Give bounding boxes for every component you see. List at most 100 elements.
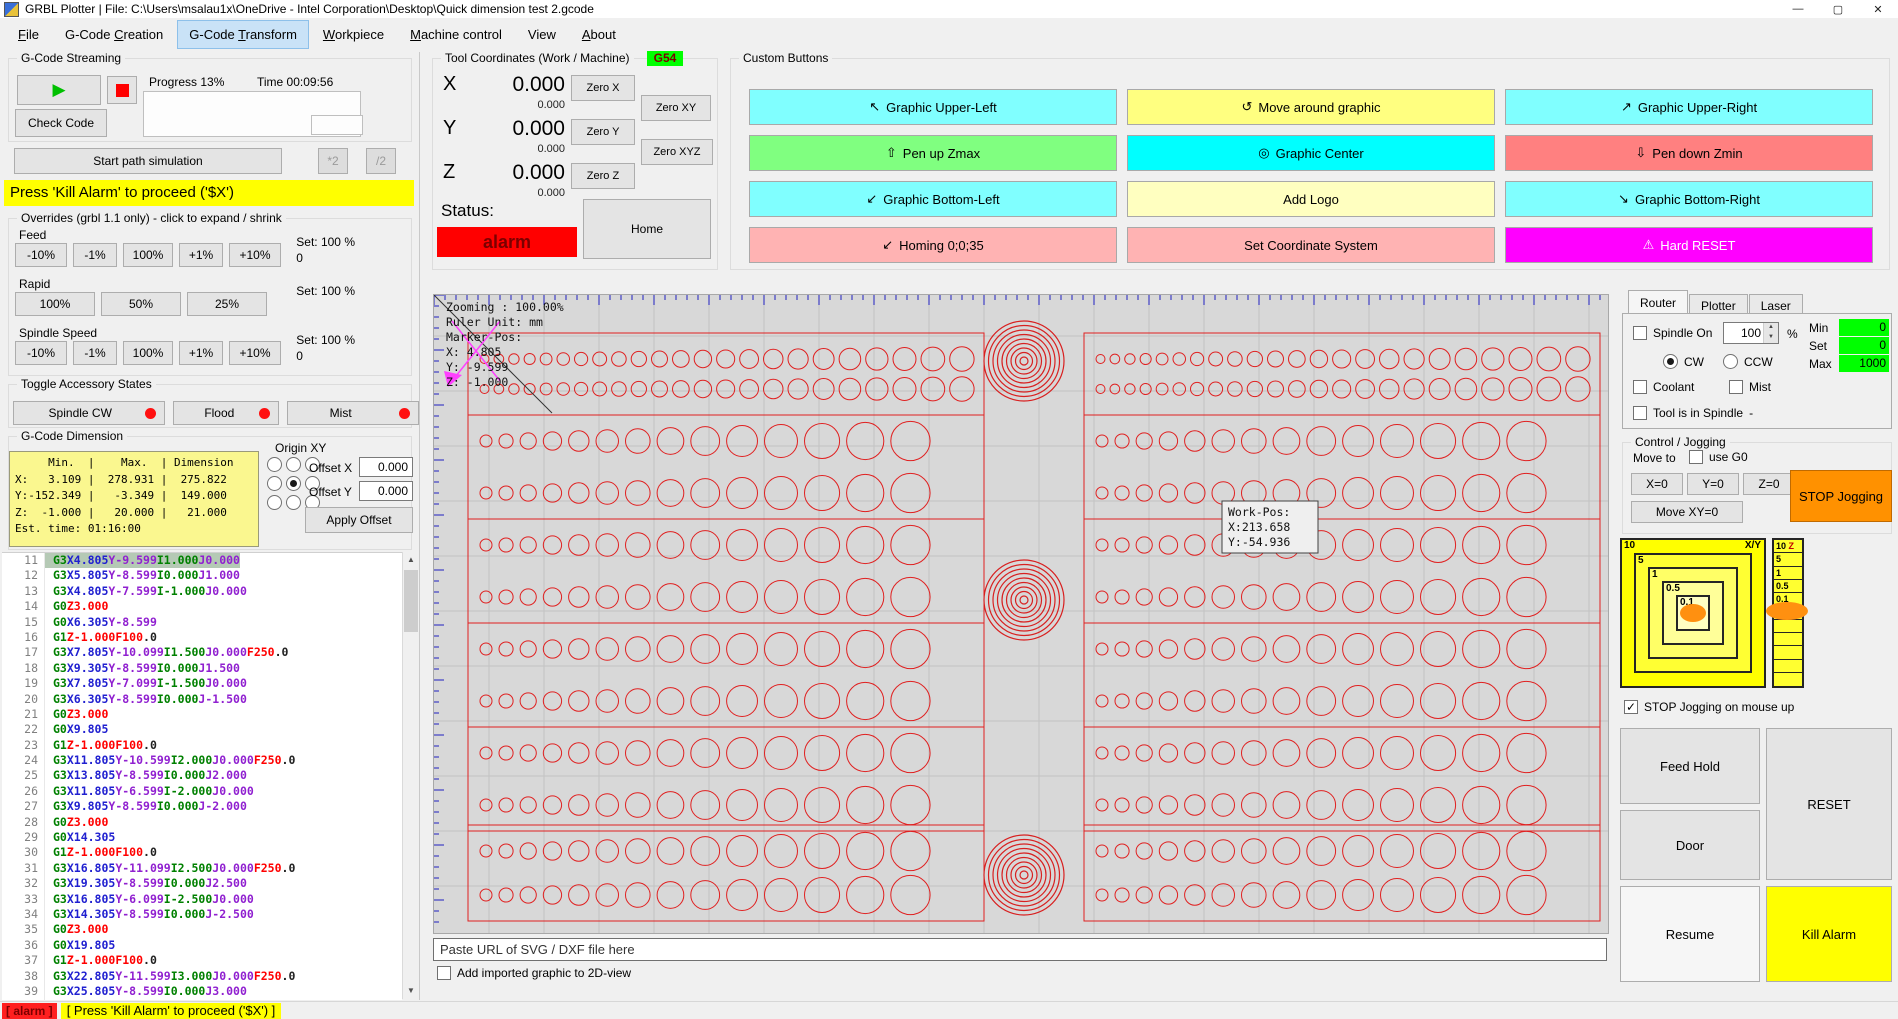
- jog-z-step-row-5[interactable]: [1774, 620, 1802, 633]
- gcode-line[interactable]: 33G3X16.805Y-6.099I-2.500J0.000: [2, 892, 402, 907]
- jog-z-step-0.5[interactable]: 0.5: [1774, 580, 1802, 593]
- minimize-icon[interactable]: —: [1778, 0, 1818, 18]
- maximize-icon[interactable]: ▢: [1818, 0, 1858, 18]
- gcode-line[interactable]: 26G3X11.805Y-6.599I-2.000J0.000: [2, 784, 402, 799]
- overrides-label[interactable]: Overrides (grbl 1.1 only) - click to exp…: [17, 211, 286, 225]
- custom-graphic-bottom-left-button[interactable]: ↙Graphic Bottom-Left: [749, 181, 1117, 217]
- custom-hard-reset-button[interactable]: ⚠Hard RESET: [1505, 227, 1873, 263]
- gcode-line[interactable]: 21G0Z3.000: [2, 707, 402, 722]
- gcode-line[interactable]: 29G0X14.305: [2, 830, 402, 845]
- menu-item-g-code-transform[interactable]: G-Code Transform: [177, 20, 309, 49]
- apply-offset-button[interactable]: Apply Offset: [305, 507, 413, 533]
- offset-y-field[interactable]: 0.000: [359, 481, 413, 501]
- origin-radio-4[interactable]: [286, 476, 301, 491]
- custom-graphic-center-button[interactable]: ◎Graphic Center: [1127, 135, 1495, 171]
- scroll-up-icon[interactable]: ▲: [403, 552, 419, 568]
- gcode-line[interactable]: 18G3X9.305Y-8.599I0.000J1.500: [2, 661, 402, 676]
- use-g0-checkbox[interactable]: [1689, 450, 1703, 464]
- simulation-speed-x2-button[interactable]: *2: [318, 148, 348, 174]
- simulation-speed-div2-button[interactable]: /2: [366, 148, 396, 174]
- gcode-line[interactable]: 13G3X4.805Y-7.599I-1.000J0.000: [2, 584, 402, 599]
- gcode-line[interactable]: 38G3X22.805Y-11.599I3.000J0.000F250.0: [2, 969, 402, 984]
- gcode-line[interactable]: 15G0X6.305Y-8.599: [2, 615, 402, 630]
- scroll-thumb[interactable]: [404, 570, 418, 632]
- accessory-mist-button[interactable]: Mist: [287, 401, 419, 425]
- menu-item-machine-control[interactable]: Machine control: [398, 20, 514, 49]
- move-x0-button[interactable]: X=0: [1631, 473, 1683, 495]
- gcode-line[interactable]: 36G0X19.805: [2, 938, 402, 953]
- zero-y-button[interactable]: Zero Y: [571, 119, 635, 145]
- gcode-line[interactable]: 39G3X25.805Y-8.599I0.000J3.000: [2, 984, 402, 999]
- gcode-line[interactable]: 31G3X16.805Y-11.099I2.500J0.000F250.0: [2, 861, 402, 876]
- custom-add-logo-button[interactable]: Add Logo: [1127, 181, 1495, 217]
- gcode-line[interactable]: 28G0Z3.000: [2, 815, 402, 830]
- zero-xyz-button[interactable]: Zero XYZ: [641, 139, 713, 165]
- custom-move-around-graphic-button[interactable]: ↺Move around graphic: [1127, 89, 1495, 125]
- override-spindle-speed-1-button[interactable]: -1%: [73, 341, 117, 365]
- gcode-line[interactable]: 11G3X4.805Y-9.599I1.000J0.000: [2, 553, 402, 568]
- cw-radio[interactable]: [1663, 354, 1678, 369]
- gcode-line[interactable]: 24G3X11.805Y-10.599I2.000J0.000F250.0: [2, 753, 402, 768]
- jog-z-step-1[interactable]: 1: [1774, 567, 1802, 580]
- gcode-line[interactable]: 27G3X9.805Y-8.599I0.000J-2.000: [2, 799, 402, 814]
- custom-pen-down-zmin-button[interactable]: ⇩Pen down Zmin: [1505, 135, 1873, 171]
- origin-radio-0[interactable]: [267, 457, 282, 472]
- custom-pen-up-zmax-button[interactable]: ⇧Pen up Zmax: [749, 135, 1117, 171]
- scroll-down-icon[interactable]: ▼: [403, 983, 419, 999]
- custom-graphic-bottom-right-button[interactable]: ↘Graphic Bottom-Right: [1505, 181, 1873, 217]
- jog-z-step-row-8[interactable]: [1774, 660, 1802, 673]
- menu-item-workpiece[interactable]: Workpiece: [311, 20, 396, 49]
- stepper-down-icon[interactable]: ▼: [1764, 333, 1778, 343]
- spindle-on-checkbox[interactable]: [1633, 326, 1647, 340]
- override-spindle-speed-1-button[interactable]: +1%: [179, 341, 223, 365]
- override-spindle-speed-10-button[interactable]: +10%: [229, 341, 281, 365]
- override-feed-10-button[interactable]: +10%: [229, 243, 281, 267]
- svg-url-input[interactable]: [433, 938, 1607, 961]
- menu-item-about[interactable]: About: [570, 20, 628, 49]
- override-rapid-50-button[interactable]: 50%: [101, 292, 181, 316]
- plot-canvas[interactable]: Zooming : 100.00%Ruler Unit: mmMarker-Po…: [433, 294, 1609, 934]
- tool-in-spindle-checkbox[interactable]: [1633, 406, 1647, 420]
- gcode-listing[interactable]: 11G3X4.805Y-9.599I1.000J0.00012G3X5.805Y…: [2, 552, 402, 1000]
- gcode-line[interactable]: 20G3X6.305Y-8.599I0.000J-1.500: [2, 692, 402, 707]
- gcode-line[interactable]: 23G1Z-1.000F100.0: [2, 738, 402, 753]
- jog-z-step-5[interactable]: 5: [1774, 553, 1802, 566]
- offset-x-field[interactable]: 0.000: [359, 457, 413, 477]
- menu-item-g-code-creation[interactable]: G-Code Creation: [53, 20, 175, 49]
- gcode-line[interactable]: 19G3X7.805Y-7.099I-1.500J0.000: [2, 676, 402, 691]
- gcode-line[interactable]: 16G1Z-1.000F100.0: [2, 630, 402, 645]
- accessory-flood-button[interactable]: Flood: [173, 401, 279, 425]
- jog-pad-z[interactable]: 10 Z510.50.1: [1772, 538, 1804, 688]
- override-feed-10-button[interactable]: -10%: [15, 243, 67, 267]
- custom-graphic-upper-right-button[interactable]: ↗Graphic Upper-Right: [1505, 89, 1873, 125]
- origin-radio-7[interactable]: [286, 495, 301, 510]
- gcode-line[interactable]: 25G3X13.805Y-8.599I0.000J2.000: [2, 768, 402, 783]
- home-button[interactable]: Home: [583, 199, 711, 259]
- mist-checkbox[interactable]: [1729, 380, 1743, 394]
- door-button[interactable]: Door: [1620, 810, 1760, 880]
- close-icon[interactable]: ✕: [1858, 0, 1898, 18]
- menu-item-file[interactable]: File: [6, 20, 51, 49]
- zero-xy-button[interactable]: Zero XY: [641, 95, 711, 121]
- custom-graphic-upper-left-button[interactable]: ↖Graphic Upper-Left: [749, 89, 1117, 125]
- override-rapid-100-button[interactable]: 100%: [15, 292, 95, 316]
- import-graphic-checkbox[interactable]: [437, 966, 451, 980]
- feed-hold-button[interactable]: Feed Hold: [1620, 728, 1760, 804]
- jog-z-cursor[interactable]: [1766, 602, 1808, 620]
- custom-homing-0-0-35-button[interactable]: ↙Homing 0;0;35: [749, 227, 1117, 263]
- override-spindle-speed-10-button[interactable]: -10%: [15, 341, 67, 365]
- menu-item-view[interactable]: View: [516, 20, 568, 49]
- zero-x-button[interactable]: Zero X: [571, 75, 635, 101]
- check-code-button[interactable]: Check Code: [15, 109, 107, 137]
- gcode-line[interactable]: 37G1Z-1.000F100.0: [2, 953, 402, 968]
- gcode-line[interactable]: 40G3X22.805Y-5.599I-3.000J0.000: [2, 999, 402, 1000]
- start-path-simulation-button[interactable]: Start path simulation: [14, 148, 282, 174]
- tab-router[interactable]: Router: [1628, 290, 1688, 315]
- stop-jogging-button[interactable]: STOP Jogging: [1790, 470, 1892, 522]
- origin-radio-1[interactable]: [286, 457, 301, 472]
- reset-button[interactable]: RESET: [1766, 728, 1892, 880]
- stop-button[interactable]: [107, 76, 137, 104]
- play-button[interactable]: ▶: [17, 75, 101, 105]
- accessory-spindle-cw-button[interactable]: Spindle CW: [13, 401, 165, 425]
- gcode-line[interactable]: 12G3X5.805Y-8.599I0.000J1.000: [2, 568, 402, 583]
